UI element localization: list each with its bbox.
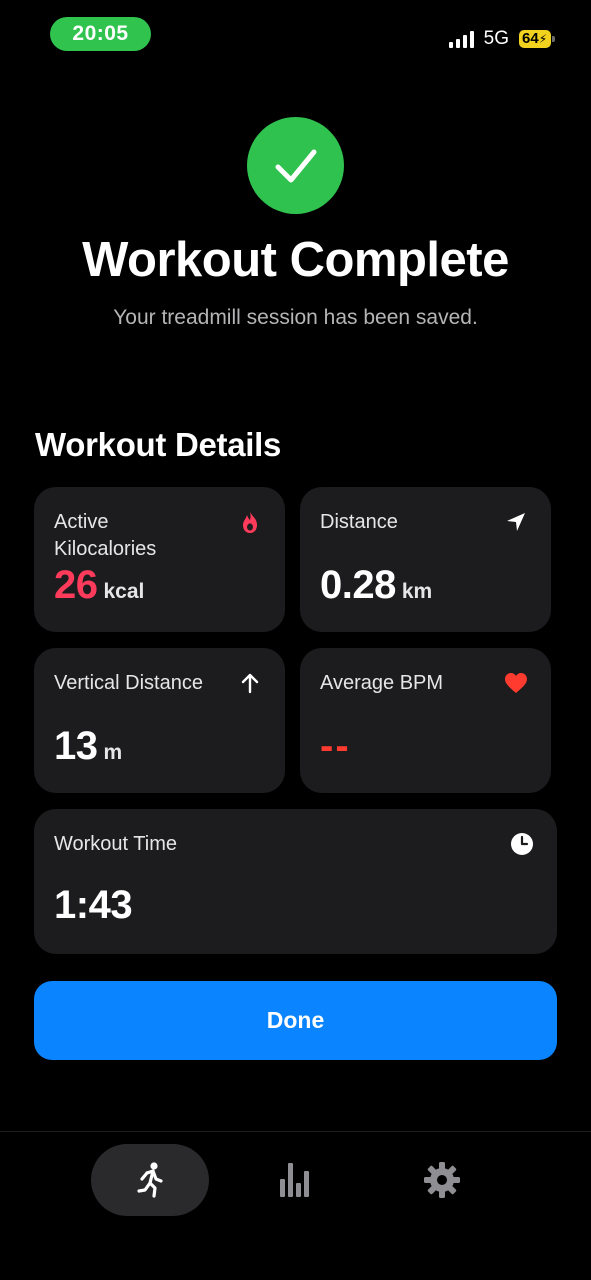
network-type: 5G <box>483 28 509 49</box>
workout-time-value: 1:43 <box>54 883 133 927</box>
workout-time-card: Workout Time 1:43 <box>34 809 557 954</box>
location-arrow-icon <box>503 509 529 535</box>
running-figure-icon <box>137 1162 163 1198</box>
vertical-distance-unit: m <box>103 741 123 764</box>
card-value: 26 kcal <box>54 563 144 608</box>
card-value: -- <box>320 724 351 769</box>
card-label: Average BPM <box>320 672 444 694</box>
card-value: 0.28 km <box>320 563 432 608</box>
page-title: Workout Complete <box>82 233 509 287</box>
flame-icon <box>237 509 263 535</box>
battery-icon: 64 ⚡ <box>519 30 555 48</box>
card-label: Active Kilocalories <box>54 511 157 560</box>
bar-chart-icon <box>280 1163 309 1197</box>
active-kcal-card: Active Kilocalories 26 kcal <box>34 487 285 632</box>
heart-icon <box>503 670 529 696</box>
average-bpm-card: Average BPM -- <box>300 648 551 793</box>
tab-stats[interactable] <box>258 1144 334 1216</box>
card-label: Workout Time <box>54 833 177 855</box>
arrow-up-icon <box>237 670 263 696</box>
charging-bolt-icon: ⚡ <box>538 32 548 46</box>
card-value: 1:43 <box>54 883 133 928</box>
tab-workout[interactable] <box>91 1144 209 1216</box>
card-label: Distance <box>320 511 398 533</box>
vertical-distance-value: 13 <box>54 724 98 768</box>
done-button[interactable]: Done <box>34 981 557 1060</box>
battery-level: 64 <box>522 30 539 47</box>
success-check-icon <box>247 117 344 214</box>
tab-settings[interactable] <box>404 1144 480 1216</box>
vertical-distance-card: Vertical Distance 13 m <box>34 648 285 793</box>
card-label: Vertical Distance <box>54 672 203 694</box>
gear-icon <box>424 1162 460 1198</box>
status-time: 20:05 <box>50 17 151 51</box>
clock-icon <box>509 831 535 857</box>
cellular-signal-icon <box>448 30 474 48</box>
section-title: Workout Details <box>35 426 282 463</box>
bpm-value: -- <box>320 724 351 768</box>
distance-unit: km <box>401 580 433 603</box>
status-indicators: 5G 64 ⚡ <box>448 26 555 52</box>
distance-card: Distance 0.28 km <box>300 487 551 632</box>
kcal-unit: kcal <box>103 580 145 603</box>
kcal-value: 26 <box>54 563 98 607</box>
page-subtitle: Your treadmill session has been saved. <box>113 306 478 329</box>
card-value: 13 m <box>54 724 122 769</box>
tab-bar-divider <box>0 1131 591 1132</box>
distance-value: 0.28 <box>320 563 396 607</box>
